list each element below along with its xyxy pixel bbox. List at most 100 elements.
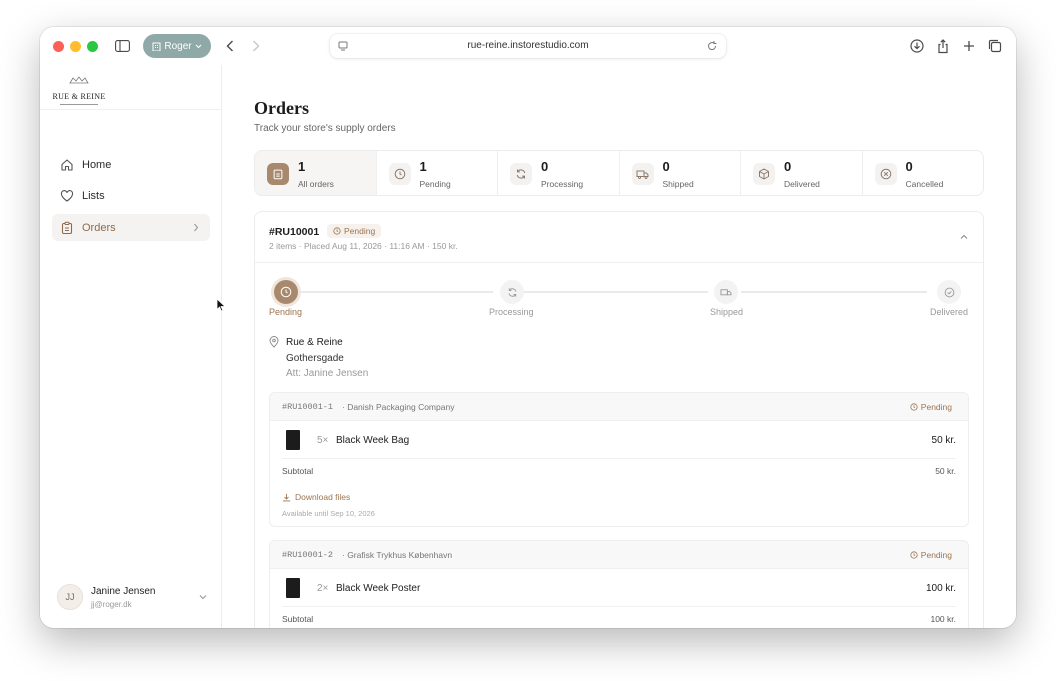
stat-value: 1	[298, 159, 306, 174]
downloads-icon[interactable]	[908, 37, 926, 55]
sidebar-item-label: Home	[82, 158, 112, 171]
status-badge: Pending	[910, 402, 952, 412]
order-id: #RU10001	[269, 226, 320, 238]
minimize-window-button[interactable]	[70, 41, 81, 52]
reload-icon[interactable]	[706, 40, 718, 52]
list-item: 2× Black Week Poster 100 kr.	[282, 569, 956, 607]
filter-cancelled[interactable]: 0 Cancelled	[863, 151, 984, 195]
stat-value: 0	[784, 159, 792, 174]
sub-order: #RU10001-2 · Grafisk Trykhus København P…	[269, 540, 969, 628]
sub-order-id: #RU10001-2	[282, 550, 334, 560]
download-label: Download files	[295, 492, 351, 502]
download-files-link[interactable]: Download files	[282, 492, 350, 502]
share-icon[interactable]	[934, 37, 952, 55]
order-meta: 2 items · Placed Aug 11, 2026 · 11:16 AM…	[269, 241, 458, 251]
progress-connector	[299, 291, 493, 293]
item-price: 100 kr.	[925, 583, 956, 594]
filter-delivered[interactable]: 0 Delivered	[741, 151, 863, 195]
profile-label: Roger	[164, 40, 192, 52]
sidebar-item-home[interactable]: Home	[52, 151, 210, 178]
filter-pending[interactable]: 1 Pending	[377, 151, 498, 195]
sidebar-item-label: Orders	[82, 221, 116, 234]
mouse-cursor-icon	[216, 298, 226, 312]
address-bar[interactable]: rue-reine.instorestudio.com	[330, 34, 726, 58]
clock-icon	[333, 227, 341, 235]
sub-order: #RU10001-1 · Danish Packaging Company Pe…	[269, 392, 969, 527]
brand-logo[interactable]: RUE & REINE	[40, 71, 118, 105]
user-menu[interactable]: JJ Janine Jensen jj@roger.dk	[52, 578, 212, 618]
clock-icon	[910, 403, 918, 411]
browser-window: Roger rue-reine.instorestudio.com RUE & …	[40, 27, 1016, 628]
close-window-button[interactable]	[53, 41, 64, 52]
step-label: Pending	[269, 307, 303, 317]
sub-order-header: #RU10001-1 · Danish Packaging Company Pe…	[270, 393, 968, 421]
url-text: rue-reine.instorestudio.com	[467, 40, 589, 51]
clock-icon	[388, 163, 411, 185]
status-label: Pending	[920, 402, 952, 412]
brand-name: RUE & REINE	[52, 92, 106, 101]
sidebar-item-lists[interactable]: Lists	[52, 182, 210, 209]
progress-connector	[524, 291, 708, 293]
page-subtitle: Track your store's supply orders	[254, 123, 396, 134]
stat-label: All orders	[298, 179, 334, 189]
step-processing-icon	[500, 280, 524, 304]
stat-value: 1	[419, 159, 427, 174]
status-badge: Pending	[910, 550, 952, 560]
vendor-name: · Danish Packaging Company	[342, 402, 455, 412]
browser-toolbar: Roger rue-reine.instorestudio.com	[40, 27, 1016, 65]
address-street: Gothersgade	[286, 353, 344, 364]
sub-order-id: #RU10001-1	[282, 402, 334, 412]
stat-value: 0	[905, 159, 913, 174]
item-price: 50 kr.	[931, 435, 956, 446]
map-pin-icon	[269, 336, 279, 348]
profile-button[interactable]: Roger	[143, 34, 211, 58]
filter-all-orders[interactable]: 1 All orders	[255, 151, 377, 195]
stat-label: Delivered	[784, 179, 820, 189]
forward-button[interactable]	[248, 37, 264, 55]
status-label: Pending	[920, 550, 952, 560]
step-shipped-icon	[714, 280, 738, 304]
sidebar: RUE & REINE Home Lists Orders JJ Janine	[40, 65, 222, 628]
home-icon	[60, 158, 74, 172]
zoom-window-button[interactable]	[87, 41, 98, 52]
product-thumbnail	[286, 578, 300, 598]
divider	[255, 262, 983, 263]
avatar: JJ	[57, 584, 83, 610]
building-icon	[152, 42, 161, 51]
tab-overview-icon[interactable]	[986, 37, 1004, 55]
divider	[40, 109, 221, 110]
new-tab-icon[interactable]	[960, 37, 978, 55]
filter-shipped[interactable]: 0 Shipped	[620, 151, 741, 195]
step-label: Shipped	[710, 307, 744, 317]
subtotal-row: Subtotal 100 kr.	[282, 607, 956, 628]
clipboard-icon	[267, 163, 289, 185]
order-status-filters: 1 All orders 1 Pending 0 Processing 0 Sh…	[254, 150, 984, 196]
stat-label: Processing	[541, 179, 584, 189]
box-icon	[753, 163, 775, 185]
download-icon	[282, 493, 291, 501]
user-email: jj@roger.dk	[91, 600, 132, 609]
stat-label: Cancelled	[905, 179, 944, 189]
step-label: Delivered	[930, 307, 969, 317]
progress-connector	[741, 291, 927, 293]
download-availability: Available until Sep 10, 2026	[282, 509, 375, 518]
filter-processing[interactable]: 0 Processing	[498, 151, 620, 195]
item-name: Black Week Bag	[336, 435, 410, 446]
product-thumbnail	[286, 430, 300, 450]
back-button[interactable]	[222, 37, 238, 55]
subtotal-label: Subtotal	[282, 614, 314, 624]
status-badge: Pending	[327, 224, 382, 238]
sidebar-item-orders[interactable]: Orders	[52, 214, 210, 241]
stat-label: Pending	[419, 179, 451, 189]
crown-icon	[69, 76, 89, 84]
status-label: Pending	[344, 226, 376, 236]
item-quantity: 5×	[317, 435, 329, 446]
sidebar-toggle-icon[interactable]	[112, 37, 132, 55]
sub-order-header: #RU10001-2 · Grafisk Trykhus København P…	[270, 541, 968, 569]
subtotal-label: Subtotal	[282, 466, 314, 476]
chevron-up-icon[interactable]	[959, 232, 969, 242]
item-name: Black Week Poster	[336, 583, 421, 594]
item-quantity: 2×	[317, 583, 329, 594]
address-name: Rue & Reine	[286, 337, 343, 348]
main-content: Orders Track your store's supply orders …	[223, 65, 1016, 628]
